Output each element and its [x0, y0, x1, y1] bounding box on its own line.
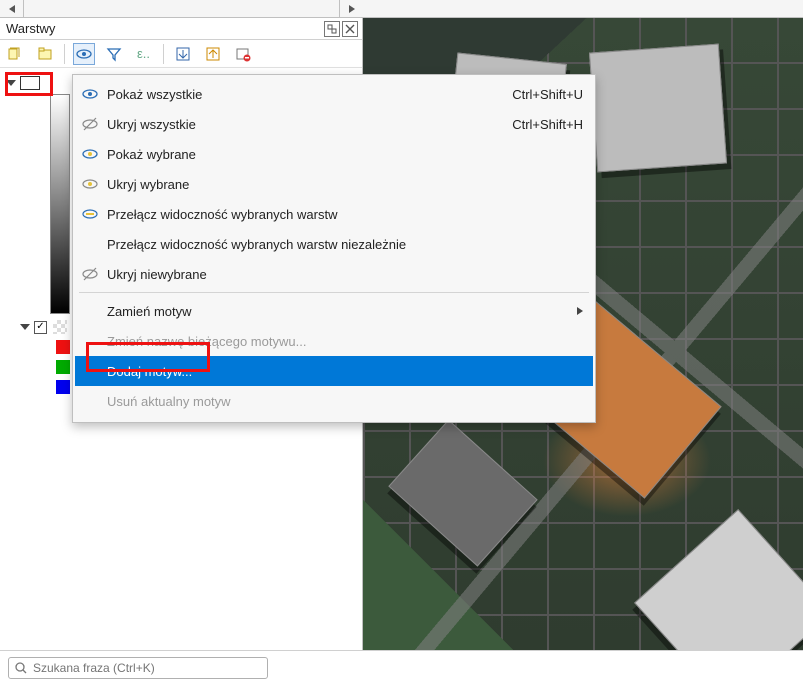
layer-gradient-legend: [50, 94, 70, 314]
scroll-left-button[interactable]: [0, 0, 24, 17]
filter-expression-button[interactable]: ε..: [133, 43, 155, 65]
menu-toggle-selected-independent[interactable]: Przełącz widoczność wybranych warstw nie…: [75, 229, 593, 259]
toolbar-separator: [64, 44, 65, 64]
menu-add-theme[interactable]: Dodaj motyw...: [75, 356, 593, 386]
eye-icon: [82, 86, 98, 102]
funnel-icon: [106, 46, 122, 62]
search-icon: [15, 662, 27, 674]
visibility-themes-menu: Pokaż wszystkie Ctrl+Shift+U Ukryj wszys…: [72, 74, 596, 423]
menu-item-label: Ukryj niewybrane: [101, 267, 583, 282]
locator-bar: [0, 650, 803, 684]
menu-item-label: Zamień motyw: [101, 304, 577, 319]
building-shape: [589, 44, 727, 173]
eye-select-icon: [82, 146, 98, 162]
open-style-button[interactable]: [4, 43, 26, 65]
open-style-icon: [7, 46, 23, 62]
menu-show-all[interactable]: Pokaż wszystkie Ctrl+Shift+U: [75, 79, 593, 109]
menu-rename-theme: Zmień nazwę bieżącego motywu...: [75, 326, 593, 356]
menu-hide-unselected[interactable]: Ukryj niewybrane: [75, 259, 593, 289]
scroll-right-button[interactable]: [339, 0, 363, 17]
layer-swatch: [53, 320, 67, 334]
add-group-icon: [37, 46, 53, 62]
filter-legend-button[interactable]: [103, 43, 125, 65]
layer-visibility-checkbox[interactable]: ✓: [34, 321, 47, 334]
menu-delete-theme: Usuń aktualny motyw: [75, 386, 593, 416]
menu-item-label: Przełącz widoczność wybranych warstw nie…: [101, 237, 583, 252]
menu-toggle-selected[interactable]: Przełącz widoczność wybranych warstw: [75, 199, 593, 229]
menu-separator: [79, 292, 589, 293]
collapse-all-button[interactable]: [202, 43, 224, 65]
eye-icon: [76, 46, 92, 62]
menu-hide-all[interactable]: Ukryj wszystkie Ctrl+Shift+H: [75, 109, 593, 139]
undock-icon: [327, 24, 337, 34]
arrow-left-icon: [9, 5, 15, 13]
panel-undock-button[interactable]: [324, 21, 340, 37]
submenu-arrow-icon: [577, 307, 583, 315]
expand-all-icon: [175, 46, 191, 62]
locator-input[interactable]: [33, 661, 261, 675]
add-group-button[interactable]: [34, 43, 56, 65]
menu-item-label: Przełącz widoczność wybranych warstw: [101, 207, 583, 222]
menu-item-shortcut: Ctrl+Shift+U: [512, 87, 583, 102]
menu-item-label: Ukryj wszystkie: [101, 117, 512, 132]
check-icon: ✓: [36, 322, 44, 332]
collapse-all-icon: [205, 46, 221, 62]
eye-off-select-icon: [82, 176, 98, 192]
expand-toggle-icon[interactable]: [20, 324, 30, 330]
menu-item-shortcut: Ctrl+Shift+H: [512, 117, 583, 132]
eye-off-icon: [82, 116, 98, 132]
panel-close-button[interactable]: [342, 21, 358, 37]
svg-text:ε..: ε..: [137, 46, 150, 61]
close-icon: [345, 24, 355, 34]
band-swatch-blue: [56, 380, 70, 394]
menu-item-label: Dodaj motyw...: [101, 364, 583, 379]
menu-item-label: Zmień nazwę bieżącego motywu...: [101, 334, 583, 349]
menu-item-label: Ukryj wybrane: [101, 177, 583, 192]
expression-icon: ε..: [136, 46, 152, 62]
menu-item-label: Pokaż wybrane: [101, 147, 583, 162]
expand-all-button[interactable]: [172, 43, 194, 65]
locator-search[interactable]: [8, 657, 268, 679]
menu-replace-theme[interactable]: Zamień motyw: [75, 296, 593, 326]
eye-off-icon: [82, 266, 98, 282]
toolbar-separator: [163, 44, 164, 64]
remove-layer-button[interactable]: [232, 43, 254, 65]
top-scroll-strip: [0, 0, 803, 18]
layer-swatch: [20, 76, 40, 90]
menu-show-selected[interactable]: Pokaż wybrane: [75, 139, 593, 169]
menu-item-label: Usuń aktualny motyw: [101, 394, 583, 409]
arrow-right-icon: [349, 5, 355, 13]
menu-item-label: Pokaż wszystkie: [101, 87, 512, 102]
remove-layer-icon: [235, 46, 251, 62]
layers-toolbar: ε..: [0, 40, 362, 68]
panel-title: Warstwy: [4, 21, 322, 36]
band-swatch-green: [56, 360, 70, 374]
menu-hide-selected[interactable]: Ukryj wybrane: [75, 169, 593, 199]
toggle-visibility-icon: [82, 206, 98, 222]
expand-toggle-icon[interactable]: [6, 80, 16, 86]
manage-themes-button[interactable]: [73, 43, 95, 65]
band-swatch-red: [56, 340, 70, 354]
